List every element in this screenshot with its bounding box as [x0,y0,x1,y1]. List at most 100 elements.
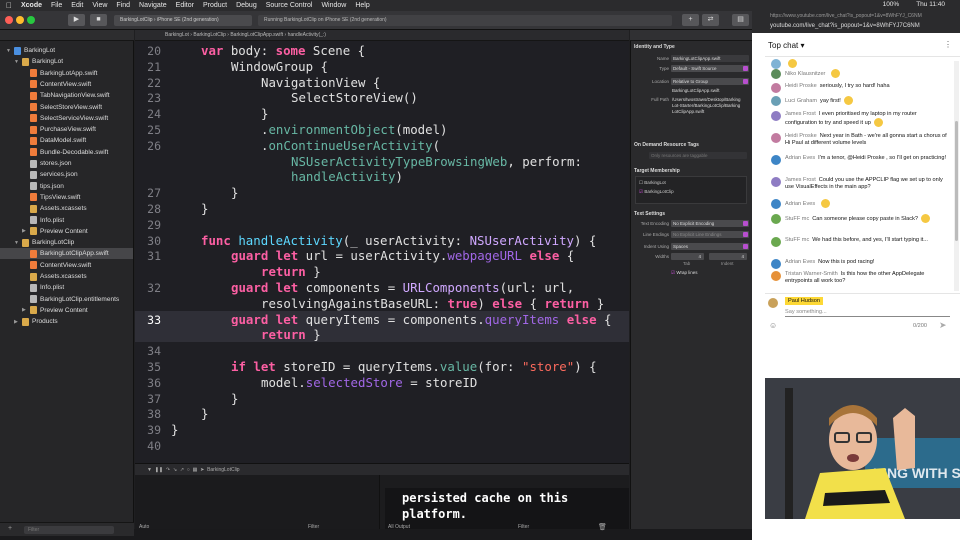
navigator-item[interactable]: Assets.xcassets [0,203,87,214]
message-author[interactable]: Adrian Eves [785,155,815,161]
navigator-item[interactable]: tips.json [0,181,64,192]
navigator-item[interactable]: DataModel.swift [0,135,86,146]
tab-width-field[interactable]: 4 [671,253,704,260]
breadcrumb-item[interactable]: handleActivity(_:) [288,32,326,38]
message-author[interactable]: James Frost [785,111,816,117]
odr-field[interactable]: Only resources are taggable [649,152,747,159]
message-author[interactable]: Luci Graham [785,98,817,104]
code-line[interactable]: return } [261,264,321,279]
code-line[interactable]: if let storeID = queryItems.value(for: "… [231,359,597,374]
add-icon[interactable]: + [8,525,12,532]
menu-find[interactable]: Find [116,2,130,9]
jump-bar[interactable]: BarkingLot › BarkingLotClip › BarkingLot… [135,30,629,41]
disclosure-open-icon[interactable]: ▼ [14,59,19,65]
more-options-icon[interactable]: ⋮ [944,40,952,49]
scrollbar-thumb[interactable] [955,121,958,241]
run-button[interactable]: ▶ [68,14,85,26]
chat-message[interactable]: Adrian Eves Now this is pod racing! [768,259,950,269]
address-bar[interactable]: youtube.com/live_chat?is_popout=1&v=8WhF… [770,23,960,30]
menu-source-control[interactable]: Source Control [266,2,313,9]
apple-icon[interactable]:  [6,1,12,10]
code-line[interactable]: } [171,422,178,437]
code-line[interactable]: model.selectedStore = storeID [261,375,477,390]
menu-window[interactable]: Window [321,2,346,9]
debug-controls[interactable]: ▼ ❚❚ ↷ ↘ ↗ ○ ▦ ➤ [147,467,207,473]
variables-view[interactable] [135,475,380,529]
code-line[interactable]: .onContinueUserActivity( [261,138,440,153]
breadcrumb-item[interactable]: BarkingLot [165,32,189,38]
chat-message[interactable]: Luci Graham yay first! [768,96,950,106]
browser-tab-url[interactable]: https://www.youtube.com/live_chat?is_pop… [770,13,960,20]
code-line[interactable]: .environmentObject(model) [261,122,448,137]
code-line[interactable]: WindowGroup { [231,59,328,74]
zoom-window-button[interactable] [27,16,35,24]
chat-message[interactable]: Heidi Proske Next year in Bath - we're al… [768,133,950,147]
code-line[interactable]: } [261,106,268,121]
chat-message[interactable]: Tristan Warner-Smith Is this how the othe… [768,271,950,285]
code-line[interactable]: guard let components = URLComponents(url… [231,280,574,295]
chat-message[interactable]: Heidi Proske seriously, I try so hard! ha… [768,83,950,93]
target-row[interactable]: ☑ BarkingLotClip [639,189,674,195]
menu-product[interactable]: Product [203,2,227,9]
navigator-item[interactable]: ContentView.swift [0,79,91,90]
code-line[interactable]: handleActivity) [291,169,403,184]
chat-message[interactable] [768,59,950,69]
menu-debug[interactable]: Debug [236,2,257,9]
chat-message[interactable]: StuFF mc Can someone please copy paste in… [768,214,950,224]
menu-editor[interactable]: Editor [176,2,194,9]
endings-popup[interactable]: No Explicit Line Endings [671,231,749,238]
navigator-item[interactable]: Assets.xcassets [0,271,87,282]
close-window-button[interactable] [5,16,13,24]
stop-button[interactable]: ■ [90,14,107,26]
navigator-item[interactable]: Info.plist [0,215,64,226]
chat-message[interactable]: Niko Klausnitzer [768,69,950,79]
disclosure-open-icon[interactable]: ▼ [14,240,19,246]
message-author[interactable]: StuFF mc [785,216,809,222]
navigator-item[interactable]: ContentView.swift [0,260,91,271]
navigator-item[interactable]: Bundle-Decodable.swift [0,147,108,158]
navigator-item[interactable]: SelectServiceView.swift [0,113,108,124]
message-author[interactable]: Adrian Eves [785,201,815,207]
chat-messages[interactable]: Niko Klausnitzer Heidi Proske seriously, I… [765,57,960,293]
menu-file[interactable]: File [51,2,62,9]
navigator-item[interactable]: ▼ BarkingLot [0,56,63,67]
code-line[interactable]: return } [261,327,321,342]
disclosure-closed-icon[interactable]: ▶ [22,228,26,234]
inspector-toggle-button[interactable]: ▤ [732,14,749,26]
navigator-item[interactable]: BarkingLotApp.swift [0,68,97,79]
navigator-item[interactable]: PurchaseView.swift [0,124,96,135]
indent-popup[interactable]: Spaces [671,243,749,250]
navigator-item[interactable]: ▶ Preview Content [0,305,88,316]
navigator-filter-input[interactable]: Filter [24,526,114,534]
minimize-window-button[interactable] [16,16,24,24]
message-author[interactable]: Niko Klausnitzer [785,71,825,77]
navigator-item[interactable]: ▼ BarkingLot [0,45,55,56]
navigator-item[interactable]: TabNavigationView.swift [0,90,110,101]
target-row[interactable]: ☐ BarkingLot [639,180,666,186]
output-popup[interactable]: All Output [388,522,410,533]
navigator-item[interactable]: ▶ Preview Content [0,226,88,237]
name-field[interactable]: BarkingLotClipApp.swift [671,55,749,62]
code-line[interactable]: } [201,201,208,216]
navigator-item[interactable]: SelectStoreView.swift [0,102,102,113]
disclosure-closed-icon[interactable]: ▶ [14,319,18,325]
code-line[interactable]: } [231,391,238,406]
wrap-lines-checkbox[interactable]: ☑ Wrap lines [671,270,698,276]
chat-message[interactable]: Adrian Eves I'm a tenor, @Heidi Proske , … [768,155,950,165]
code-line[interactable]: NSUserActivityTypeBrowsingWeb, perform: [291,154,582,169]
navigator-item[interactable]: ▼ BarkingLotClip [0,237,74,248]
breadcrumb-item[interactable]: BarkingLotClip [193,32,226,38]
navigator-item[interactable]: ▶ Products [0,316,58,327]
code-line[interactable]: } [231,185,238,200]
console-filter[interactable]: Filter [518,522,529,533]
chat-input[interactable]: Say something... [785,309,950,317]
message-author[interactable]: StuFF mc [785,237,809,243]
message-author[interactable]: Heidi Proske [785,83,817,89]
emoji-picker-icon[interactable]: ☺ [769,321,777,330]
message-author[interactable]: James Frost [785,177,816,183]
disclosure-closed-icon[interactable]: ▶ [22,307,26,313]
library-button[interactable]: + [682,14,699,26]
chat-message[interactable]: James Frost Could you use the APPCLIP fla… [768,177,950,191]
code-line[interactable]: SelectStoreView() [291,90,418,105]
code-line[interactable]: guard let url = userActivity.webpageURL … [231,248,574,263]
